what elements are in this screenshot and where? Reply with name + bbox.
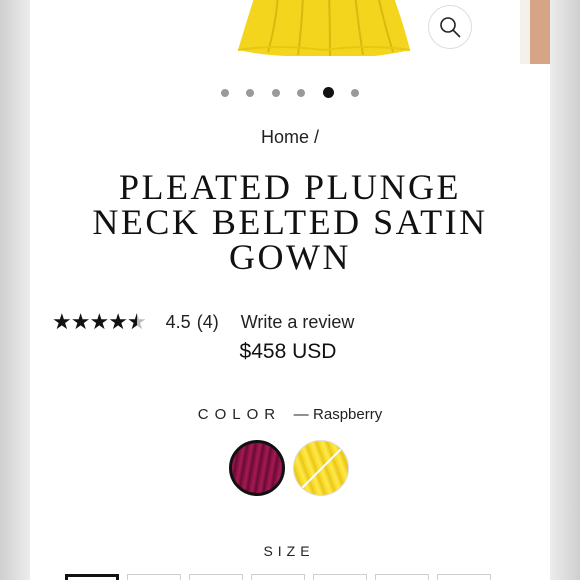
color-separator: —: [293, 406, 309, 423]
rating-row: ★★★★★ 4.5 (4) Write a review: [52, 309, 354, 335]
star-icon: ★: [52, 309, 72, 334]
breadcrumb-home-link[interactable]: Home: [261, 127, 309, 147]
search-icon: [440, 17, 461, 38]
gallery-pagination: [30, 84, 550, 102]
product-page: Home / PLEATED PLUNGE NECK BELTED SATIN …: [30, 0, 550, 580]
size-option[interactable]: [437, 574, 491, 580]
star-icon: ★: [108, 309, 128, 334]
product-title: PLEATED PLUNGE NECK BELTED SATIN GOWN: [92, 167, 488, 277]
product-image[interactable]: [218, 0, 428, 56]
size-options: [65, 574, 491, 580]
pagination-dot[interactable]: [297, 88, 306, 97]
size-label: SIZE: [263, 543, 315, 559]
size-option[interactable]: [375, 574, 429, 580]
star-icon: ★: [70, 309, 91, 334]
half-star-icon: ★: [127, 309, 147, 335]
zoom-button[interactable]: [428, 5, 472, 49]
pagination-dot-active[interactable]: [322, 87, 334, 99]
size-option[interactable]: [127, 574, 181, 580]
rating-value: 4.5: [165, 311, 191, 332]
next-image-preview[interactable]: [520, 0, 550, 64]
review-count[interactable]: (4): [197, 312, 219, 333]
pagination-dot[interactable]: [220, 88, 229, 97]
color-row: COLOR — Raspberry: [30, 406, 550, 424]
star-rating[interactable]: ★★★★★: [52, 309, 147, 335]
screen-edge-left: [0, 0, 30, 580]
pagination-dot[interactable]: [246, 88, 255, 97]
pagination-dot[interactable]: [351, 88, 360, 97]
breadcrumb-separator: /: [314, 127, 320, 147]
unavailable-strike: [297, 443, 347, 493]
color-label: COLOR: [197, 406, 282, 423]
color-swatch-yellow[interactable]: [293, 440, 349, 496]
product-price: $458 USD: [239, 340, 337, 363]
product-gallery[interactable]: [30, 0, 550, 66]
write-review-link[interactable]: Write a review: [241, 312, 355, 333]
screen-edge-right: [550, 0, 580, 580]
size-option[interactable]: [189, 574, 243, 580]
size-option[interactable]: [313, 574, 367, 580]
star-icon: ★: [89, 309, 109, 334]
breadcrumb: Home /: [30, 127, 550, 148]
size-option-selected[interactable]: [65, 574, 119, 580]
size-option[interactable]: [251, 574, 305, 580]
color-swatch-raspberry[interactable]: [229, 440, 285, 496]
selected-color-value: Raspberry: [313, 406, 383, 423]
pagination-dot[interactable]: [271, 88, 280, 97]
color-swatches: [229, 440, 349, 496]
